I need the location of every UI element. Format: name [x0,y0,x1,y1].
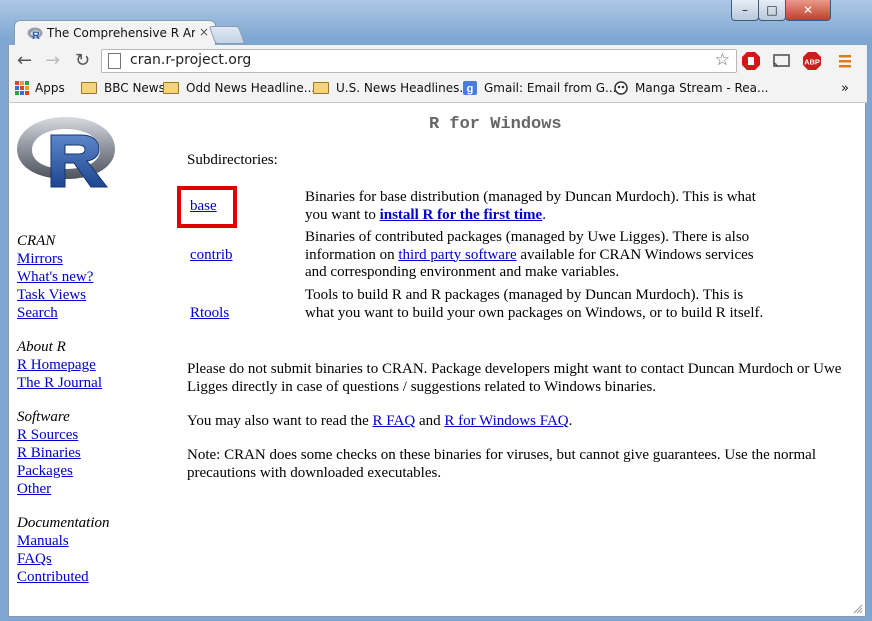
dir-link-contrib[interactable]: contrib [190,247,233,264]
sidebar-heading-cran: CRAN [17,233,56,249]
virus-note: Note: CRAN does some checks on these bin… [187,447,817,481]
desc-text: . [542,206,546,223]
close-window-button[interactable]: ✕ [785,0,831,21]
sidebar-link-r-sources[interactable]: R Sources [17,427,78,444]
bookmark-label: U.S. News Headlines... [336,81,471,95]
resize-grip-icon[interactable] [853,604,863,614]
sidebar-heading-documentation: Documentation [17,515,110,531]
bookmark-manga-stream[interactable]: Manga Stream - Rea... [613,81,768,95]
cast-icon[interactable] [771,51,791,71]
adblock-plus-icon[interactable]: ABP [802,51,822,71]
third-party-software-link[interactable]: third party software [398,247,516,263]
sidebar-link-r-binaries[interactable]: R Binaries [17,445,81,462]
r-windows-faq-link[interactable]: R for Windows FAQ [444,413,568,429]
install-r-link[interactable]: install R for the first time [380,207,543,223]
sidebar-link-other[interactable]: Other [17,481,51,498]
sidebar-link-task-views[interactable]: Task Views [17,287,86,304]
dir-link-base[interactable]: base [190,198,217,215]
binaries-notice: Please do not submit binaries to CRAN. P… [187,361,842,395]
forward-arrow-icon[interactable]: → [45,51,60,71]
r-faq-link[interactable]: R FAQ [373,413,416,429]
back-arrow-icon[interactable]: ← [17,51,32,71]
sidebar-link-manuals[interactable]: Manuals [17,533,69,550]
bookmark-apps[interactable]: Apps [15,81,65,95]
new-tab-button[interactable] [208,26,246,44]
sidebar-link-r-journal[interactable]: The R Journal [17,375,102,392]
bookmark-star-icon[interactable]: ☆ [715,50,730,70]
toolbar: ← → ↻ cran.r-project.org ☆ ABP [8,45,868,77]
bookmarks-bar: Apps BBC News Odd News Headline... U.S. … [8,77,868,103]
tab-title: The Comprehensive R Arc [47,26,195,40]
sidebar-link-contributed[interactable]: Contributed [17,569,89,586]
minimize-button[interactable]: – [731,0,759,21]
bookmark-gmail[interactable]: g Gmail: Email from G... [463,81,616,95]
bookmark-label: Gmail: Email from G... [484,81,617,95]
bookmark-us-news[interactable]: U.S. News Headlines... [313,81,471,95]
folder-icon [81,82,97,94]
bookmark-bbc-news[interactable]: BBC News [81,81,165,95]
sidebar-link-faqs[interactable]: FAQs [17,551,52,568]
faq-text: and [415,413,445,429]
reload-icon[interactable]: ↻ [75,51,90,71]
page-icon [108,53,121,69]
stop-extension-icon[interactable] [741,51,761,71]
menu-icon[interactable] [835,51,855,71]
apps-grid-icon [15,81,29,95]
sidebar-link-mirrors[interactable]: Mirrors [17,251,63,268]
bookmark-odd-news[interactable]: Odd News Headline... [163,81,315,95]
page-content: CRAN Mirrors What's new? Task Views Sear… [8,103,866,617]
page-title: R for Windows [429,115,562,134]
maximize-button[interactable]: □ [758,0,786,21]
adblock-label: ABP [804,58,820,67]
dir-link-rtools[interactable]: Rtools [190,305,229,322]
sidebar-link-r-homepage[interactable]: R Homepage [17,357,96,374]
subdirectories-label: Subdirectories: [187,152,278,168]
bookmark-label: Manga Stream - Rea... [635,81,769,95]
bookmark-label: BBC News [104,81,165,95]
google-icon: g [463,81,477,95]
dir-desc-contrib: Binaries of contributed packages (manage… [305,229,775,282]
svg-text:g: g [467,83,474,95]
url-text: cran.r-project.org [130,52,252,68]
bookmarks-overflow-icon[interactable]: » [841,81,849,96]
r-logo-icon: R [27,27,43,40]
dir-desc-rtools: Tools to build R and R packages (managed… [305,287,764,321]
manga-stream-icon [614,81,628,95]
r-logo-icon [17,117,115,188]
bookmark-label: Apps [35,81,65,95]
address-bar[interactable]: cran.r-project.org ☆ [101,49,737,73]
faq-paragraph: You may also want to read the R FAQ and … [187,412,857,430]
sidebar-link-whats-new[interactable]: What's new? [17,269,93,286]
folder-icon [163,82,179,94]
sidebar-heading-about-r: About R [17,339,66,355]
bookmark-label: Odd News Headline... [186,81,316,95]
svg-text:R: R [32,30,40,40]
folder-icon [313,82,329,94]
sidebar-link-search[interactable]: Search [17,305,58,322]
faq-text: You may also want to read the [187,413,373,429]
sidebar-heading-software: Software [17,409,70,425]
sidebar-link-packages[interactable]: Packages [17,463,73,480]
tab-close-icon[interactable]: × [199,25,209,39]
dir-desc-base: Binaries for base distribution (managed … [305,189,775,224]
browser-window: – □ ✕ R The Comprehensive R Arc × ← → ↻ … [0,0,872,621]
browser-tab[interactable]: R The Comprehensive R Arc × [14,20,216,47]
faq-text: . [568,413,573,429]
